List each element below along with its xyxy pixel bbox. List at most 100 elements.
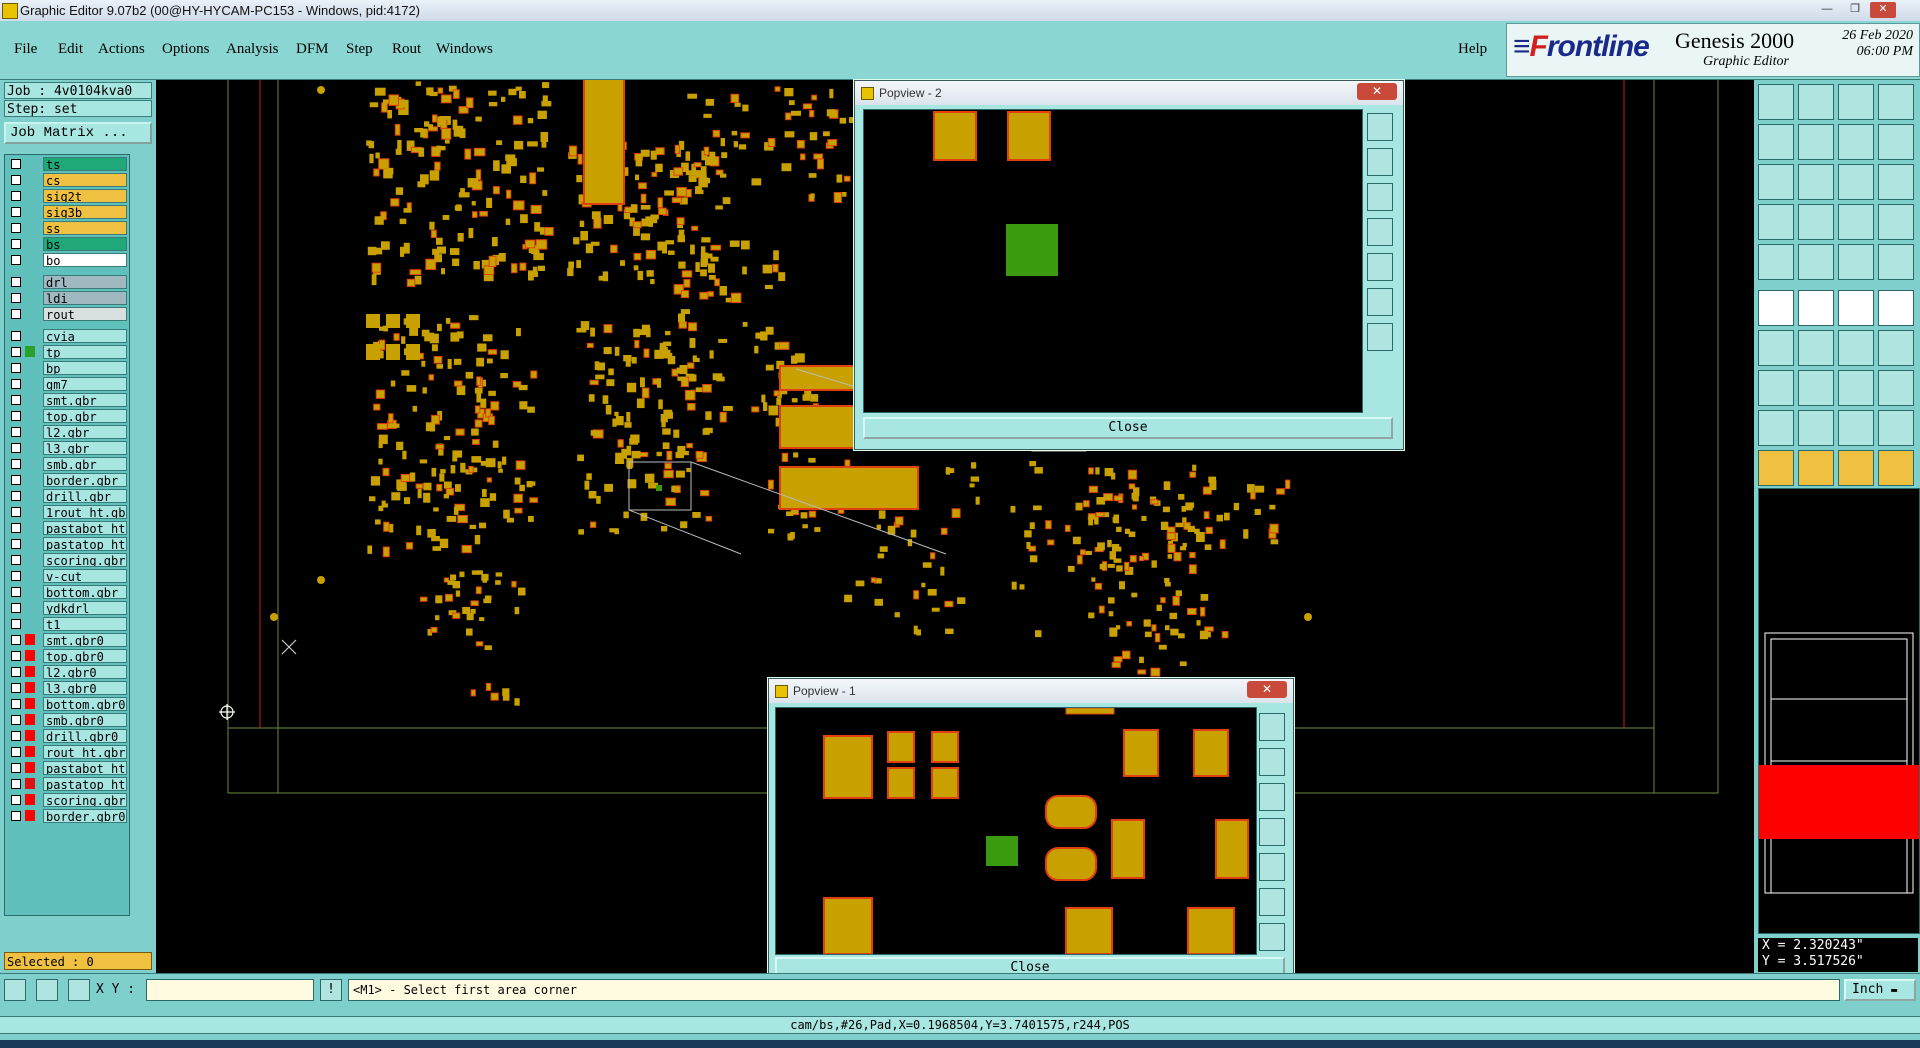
snap-icon[interactable] [1758, 204, 1794, 240]
zoom-in-icon[interactable] [1838, 84, 1874, 120]
layer-checkbox[interactable] [11, 619, 21, 629]
layer-row[interactable]: rout [7, 307, 127, 321]
menu-file[interactable]: File [14, 41, 37, 58]
nodes-icon[interactable] [1878, 370, 1914, 406]
scale-icon[interactable] [1838, 164, 1874, 200]
popview-zoom-icon[interactable] [1259, 713, 1285, 741]
pad-icon[interactable] [1758, 244, 1794, 280]
layer-checkbox[interactable] [11, 475, 21, 485]
node-icon[interactable] [1838, 290, 1874, 326]
layer-checkbox[interactable] [11, 571, 21, 581]
layer-checkbox[interactable] [11, 779, 21, 789]
layer-row[interactable]: pastatop_ht [7, 777, 127, 791]
restore-icon[interactable]: ❐ [1842, 2, 1868, 18]
menu-step[interactable]: Step [346, 41, 373, 58]
popview-zoom-out-icon[interactable] [1259, 923, 1285, 951]
layer-row[interactable]: border.gbr0 [7, 809, 127, 823]
menu-windows[interactable]: Windows [436, 41, 493, 58]
popview-down-icon[interactable] [1367, 183, 1393, 211]
frame-icon[interactable] [1838, 410, 1874, 446]
layer-checkbox[interactable] [11, 763, 21, 773]
popview-zoom-icon[interactable] [1367, 113, 1393, 141]
popview-2-view[interactable] [863, 109, 1363, 413]
layer-row[interactable]: l2.gbr0 [7, 665, 127, 679]
layer-row[interactable]: 1rout_ht.gbr [7, 505, 127, 519]
layer-row[interactable]: top.gbr0 [7, 649, 127, 663]
layer-row[interactable]: border.gbr [7, 473, 127, 487]
layer-row[interactable]: smt.gbr [7, 393, 127, 407]
cross-icon[interactable] [1798, 290, 1834, 326]
layer-checkbox[interactable] [11, 811, 21, 821]
layer-checkbox[interactable] [11, 443, 21, 453]
layer-row[interactable]: scoring.gbr0 [7, 793, 127, 807]
layer-row[interactable]: pastatop_ht [7, 537, 127, 551]
layer-checkbox[interactable] [11, 587, 21, 597]
menu-rout[interactable]: Rout [392, 41, 421, 58]
redraw-icon[interactable] [1878, 124, 1914, 160]
popview-1-close-icon[interactable]: ✕ [1247, 681, 1287, 698]
layer-checkbox[interactable] [11, 795, 21, 805]
layer-row[interactable]: rout_ht.gbr0 [7, 745, 127, 759]
measure-icon[interactable] [1798, 204, 1834, 240]
layer-checkbox[interactable] [11, 507, 21, 517]
popview-up-icon[interactable] [1367, 148, 1393, 176]
job-matrix-button[interactable]: Job Matrix ... [4, 122, 152, 144]
popview-1-view[interactable] [775, 707, 1257, 955]
angle-mode-icon[interactable] [36, 979, 58, 1001]
layer-checkbox[interactable] [11, 555, 21, 565]
layer-row[interactable]: ss [7, 221, 127, 235]
line-alt-icon[interactable] [1798, 330, 1834, 366]
units-selector[interactable]: Inch ▬ [1844, 979, 1916, 1001]
layer-checkbox[interactable] [11, 603, 21, 613]
layer-checkbox[interactable] [11, 293, 21, 303]
polygon-icon[interactable] [1798, 244, 1834, 280]
layer-checkbox[interactable] [11, 175, 21, 185]
cursor-move-icon[interactable] [1878, 450, 1914, 486]
layer-row[interactable]: drill.gbr [7, 489, 127, 503]
layer-checkbox[interactable] [11, 347, 21, 357]
popview-2-close-button[interactable]: Close [863, 417, 1393, 439]
close-icon[interactable]: ✕ [1870, 2, 1896, 18]
flip-icon[interactable] [1838, 124, 1874, 160]
triangle-icon[interactable] [1758, 410, 1794, 446]
menu-help[interactable]: Help [1458, 41, 1487, 58]
layers-icon[interactable] [1878, 204, 1914, 240]
ruler-icon[interactable] [1838, 244, 1874, 280]
view-icon[interactable] [1878, 84, 1914, 120]
popview-up-icon[interactable] [1259, 748, 1285, 776]
xy-input[interactable] [146, 979, 314, 1001]
layer-checkbox[interactable] [11, 491, 21, 501]
layer-row[interactable]: l3.gbr0 [7, 681, 127, 695]
popview-left-icon[interactable] [1367, 218, 1393, 246]
layer-row[interactable]: t1 [7, 617, 127, 631]
menu-actions[interactable]: Actions [98, 41, 145, 58]
layer-row[interactable]: pastabot_ht [7, 521, 127, 535]
layer-checkbox[interactable] [11, 191, 21, 201]
layer-checkbox[interactable] [11, 731, 21, 741]
popview-zoom-in-icon[interactable] [1367, 288, 1393, 316]
layer-row[interactable]: ts [7, 157, 127, 171]
network-icon[interactable] [1838, 204, 1874, 240]
layer-checkbox[interactable] [11, 207, 21, 217]
layer-row[interactable]: bottom.gbr0 [7, 697, 127, 711]
home-icon[interactable] [1758, 84, 1794, 120]
snap-mode-icon[interactable] [4, 979, 26, 1001]
layer-row[interactable]: cs [7, 173, 127, 187]
info-icon[interactable]: ! [320, 979, 342, 1001]
popview-right-icon[interactable] [1367, 253, 1393, 281]
grid-mode-icon[interactable] [68, 979, 90, 1001]
layer-checkbox[interactable] [11, 331, 21, 341]
layer-checkbox[interactable] [11, 747, 21, 757]
layer-row[interactable]: bottom.gbr [7, 585, 127, 599]
layer-checkbox[interactable] [11, 255, 21, 265]
layer-row[interactable]: scoring.gbr [7, 553, 127, 567]
menu-options[interactable]: Options [162, 41, 210, 58]
layer-row[interactable]: smt.gbr0 [7, 633, 127, 647]
layer-row[interactable]: smb.gbr0 [7, 713, 127, 727]
cursor-icon[interactable] [1758, 450, 1794, 486]
layer-row[interactable]: l2.gbr [7, 425, 127, 439]
fit-icon[interactable] [1758, 164, 1794, 200]
layer-row[interactable]: ldi [7, 291, 127, 305]
layer-checkbox[interactable] [11, 459, 21, 469]
popview-zoom-out-icon[interactable] [1367, 323, 1393, 351]
